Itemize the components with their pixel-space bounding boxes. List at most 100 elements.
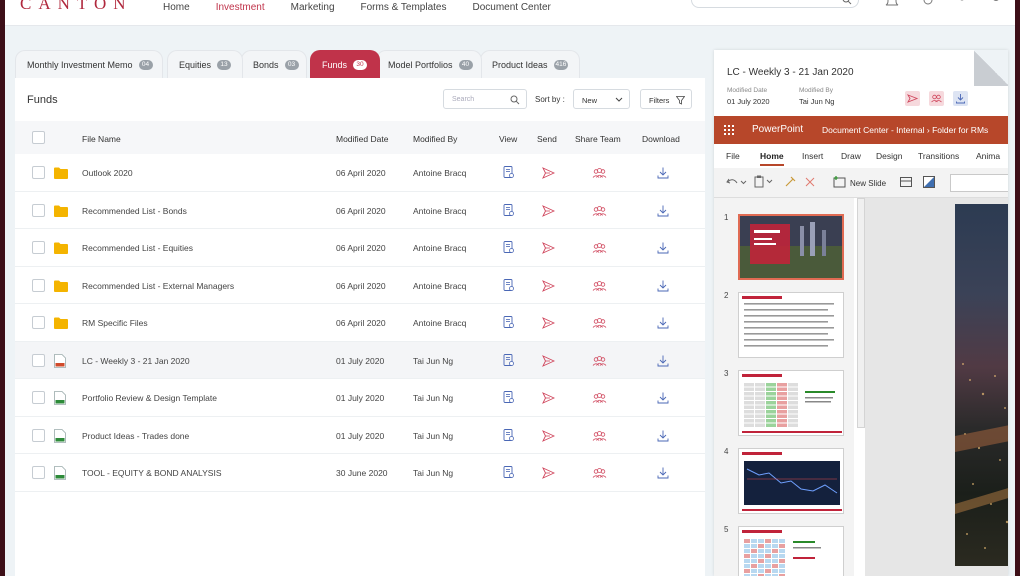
share-team-button[interactable] <box>592 429 607 447</box>
share-team-button[interactable] <box>592 316 607 334</box>
view-button[interactable] <box>503 353 515 372</box>
row-checkbox[interactable] <box>32 466 45 479</box>
tab-product-ideas[interactable]: Product Ideas 416 <box>480 50 580 78</box>
thumbnails-scrollbar[interactable] <box>857 198 865 428</box>
file-name[interactable]: TOOL - EQUITY & BOND ANALYSIS <box>82 468 222 478</box>
slide-thumbnail[interactable] <box>738 526 844 576</box>
format-painter-icon[interactable] <box>784 176 796 188</box>
slide-thumbnail[interactable] <box>738 214 844 280</box>
preview-download-button[interactable] <box>953 91 968 106</box>
file-search-input[interactable]: Search <box>443 89 527 109</box>
download-button[interactable] <box>657 391 669 409</box>
canton-logo[interactable]: CANTON <box>20 0 133 14</box>
powerpoint-app-name[interactable]: PowerPoint <box>752 124 803 135</box>
nav-document-center[interactable]: Document Center <box>472 2 550 13</box>
global-search-input[interactable] <box>691 0 859 8</box>
ribbon-tab-transitions[interactable]: Transitions <box>918 151 959 161</box>
send-button[interactable] <box>542 466 556 484</box>
row-checkbox[interactable] <box>32 278 45 292</box>
table-row[interactable]: Outlook 2020 06 April 2020 Antoine Bracq <box>15 154 705 192</box>
ribbon-tab-file[interactable]: File <box>726 151 740 161</box>
filters-button[interactable]: Filters <box>640 89 692 109</box>
column-modified-by[interactable]: Modified By <box>413 134 457 144</box>
send-button[interactable] <box>542 391 556 409</box>
share-team-button[interactable] <box>592 391 607 409</box>
table-row[interactable]: TOOL - EQUITY & BOND ANALYSIS 30 June 202… <box>15 454 705 492</box>
row-checkbox[interactable] <box>32 391 45 404</box>
table-row[interactable]: Product Ideas - Trades done 01 July 2020 T… <box>15 416 705 454</box>
view-button[interactable] <box>503 278 515 297</box>
row-checkbox[interactable] <box>32 353 45 367</box>
download-button[interactable] <box>657 279 669 297</box>
download-button[interactable] <box>657 354 669 372</box>
send-button[interactable] <box>542 279 556 297</box>
slide-thumbnail[interactable] <box>738 370 844 436</box>
view-button[interactable] <box>503 466 515 484</box>
ribbon-tab-anima[interactable]: Anima <box>976 151 1000 161</box>
close-icon[interactable] <box>805 177 815 187</box>
file-name[interactable]: RM Specific Files <box>82 318 148 328</box>
table-row[interactable]: Recommended List - External Managers 06 A… <box>15 266 705 304</box>
download-button[interactable] <box>657 166 669 184</box>
share-team-button[interactable] <box>592 241 607 259</box>
slide-thumbnail[interactable] <box>738 292 844 358</box>
download-button[interactable] <box>657 429 669 447</box>
file-name[interactable]: Recommended List - Equities <box>82 243 193 253</box>
file-name[interactable]: Recommended List - External Managers <box>82 281 234 291</box>
tab-equities[interactable]: Equities 13 <box>167 50 243 78</box>
paste-icon[interactable] <box>754 175 776 188</box>
view-button[interactable] <box>503 166 515 184</box>
nav-marketing[interactable]: Marketing <box>291 2 335 13</box>
ribbon-tab-design[interactable]: Design <box>876 151 902 161</box>
column-file-name[interactable]: File Name <box>82 134 121 144</box>
row-checkbox[interactable] <box>32 316 45 329</box>
new-slide-icon[interactable] <box>833 176 846 188</box>
row-checkbox[interactable] <box>32 203 45 217</box>
nav-forms-templates[interactable]: Forms & Templates <box>361 2 447 13</box>
sort-select[interactable]: New <box>573 89 630 109</box>
document-path-breadcrumb[interactable]: Document Center - Internal › Folder for … <box>822 125 988 135</box>
table-row[interactable]: Recommended List - Bonds 06 April 2020 Ant… <box>15 191 705 229</box>
file-name[interactable]: Portfolio Review & Design Template <box>82 393 217 403</box>
view-button[interactable] <box>503 428 515 447</box>
select-all-checkbox[interactable] <box>32 131 45 144</box>
download-button[interactable] <box>657 466 669 484</box>
tab-funds[interactable]: Funds 30 <box>310 50 380 78</box>
table-row[interactable]: Recommended List - Equities 06 April 2020… <box>15 229 705 267</box>
help-icon[interactable] <box>989 0 1003 6</box>
ribbon-font-field[interactable] <box>950 174 1008 192</box>
share-team-button[interactable] <box>592 166 607 184</box>
notification-bell-icon[interactable] <box>885 0 899 6</box>
table-row[interactable]: RM Specific Files 06 April 2020 Antoine Br… <box>15 304 705 342</box>
undo-icon[interactable] <box>726 176 748 188</box>
send-button[interactable] <box>542 204 556 222</box>
share-team-button[interactable] <box>592 204 607 222</box>
send-button[interactable] <box>542 354 556 372</box>
tab-monthly-investment-memo[interactable]: Monthly Investment Memo 04 <box>15 50 163 78</box>
row-checkbox[interactable] <box>32 428 45 442</box>
file-name[interactable]: LC - Weekly 3 - 21 Jan 2020 <box>82 356 190 366</box>
view-button[interactable] <box>503 203 515 222</box>
file-name[interactable]: Product Ideas - Trades done <box>82 431 189 441</box>
layout-icon[interactable] <box>900 177 912 187</box>
download-button[interactable] <box>657 204 669 222</box>
row-checkbox[interactable] <box>32 166 45 179</box>
ribbon-tab-insert[interactable]: Insert <box>802 151 823 161</box>
send-button[interactable] <box>542 241 556 259</box>
share-team-button[interactable] <box>592 354 607 372</box>
nav-investment[interactable]: Investment <box>216 2 265 13</box>
preview-share-team-button[interactable] <box>929 91 944 106</box>
share-team-button[interactable] <box>592 279 607 297</box>
preview-send-button[interactable] <box>905 91 920 106</box>
nav-home[interactable]: Home <box>163 2 190 13</box>
table-row[interactable]: LC - Weekly 3 - 21 Jan 2020 01 July 2020 T… <box>15 341 705 379</box>
table-row[interactable]: Portfolio Review & Design Template 01 Jul… <box>15 379 705 417</box>
ribbon-tab-home[interactable]: Home <box>760 151 784 166</box>
view-button[interactable] <box>503 241 515 259</box>
new-slide-button[interactable]: New Slide <box>850 179 886 188</box>
send-button[interactable] <box>542 429 556 447</box>
tab-model-portfolios[interactable]: Model Portfolios 40 <box>376 50 482 78</box>
send-button[interactable] <box>542 316 556 334</box>
app-launcher-icon[interactable] <box>724 125 734 135</box>
shapes-icon[interactable] <box>923 176 935 188</box>
